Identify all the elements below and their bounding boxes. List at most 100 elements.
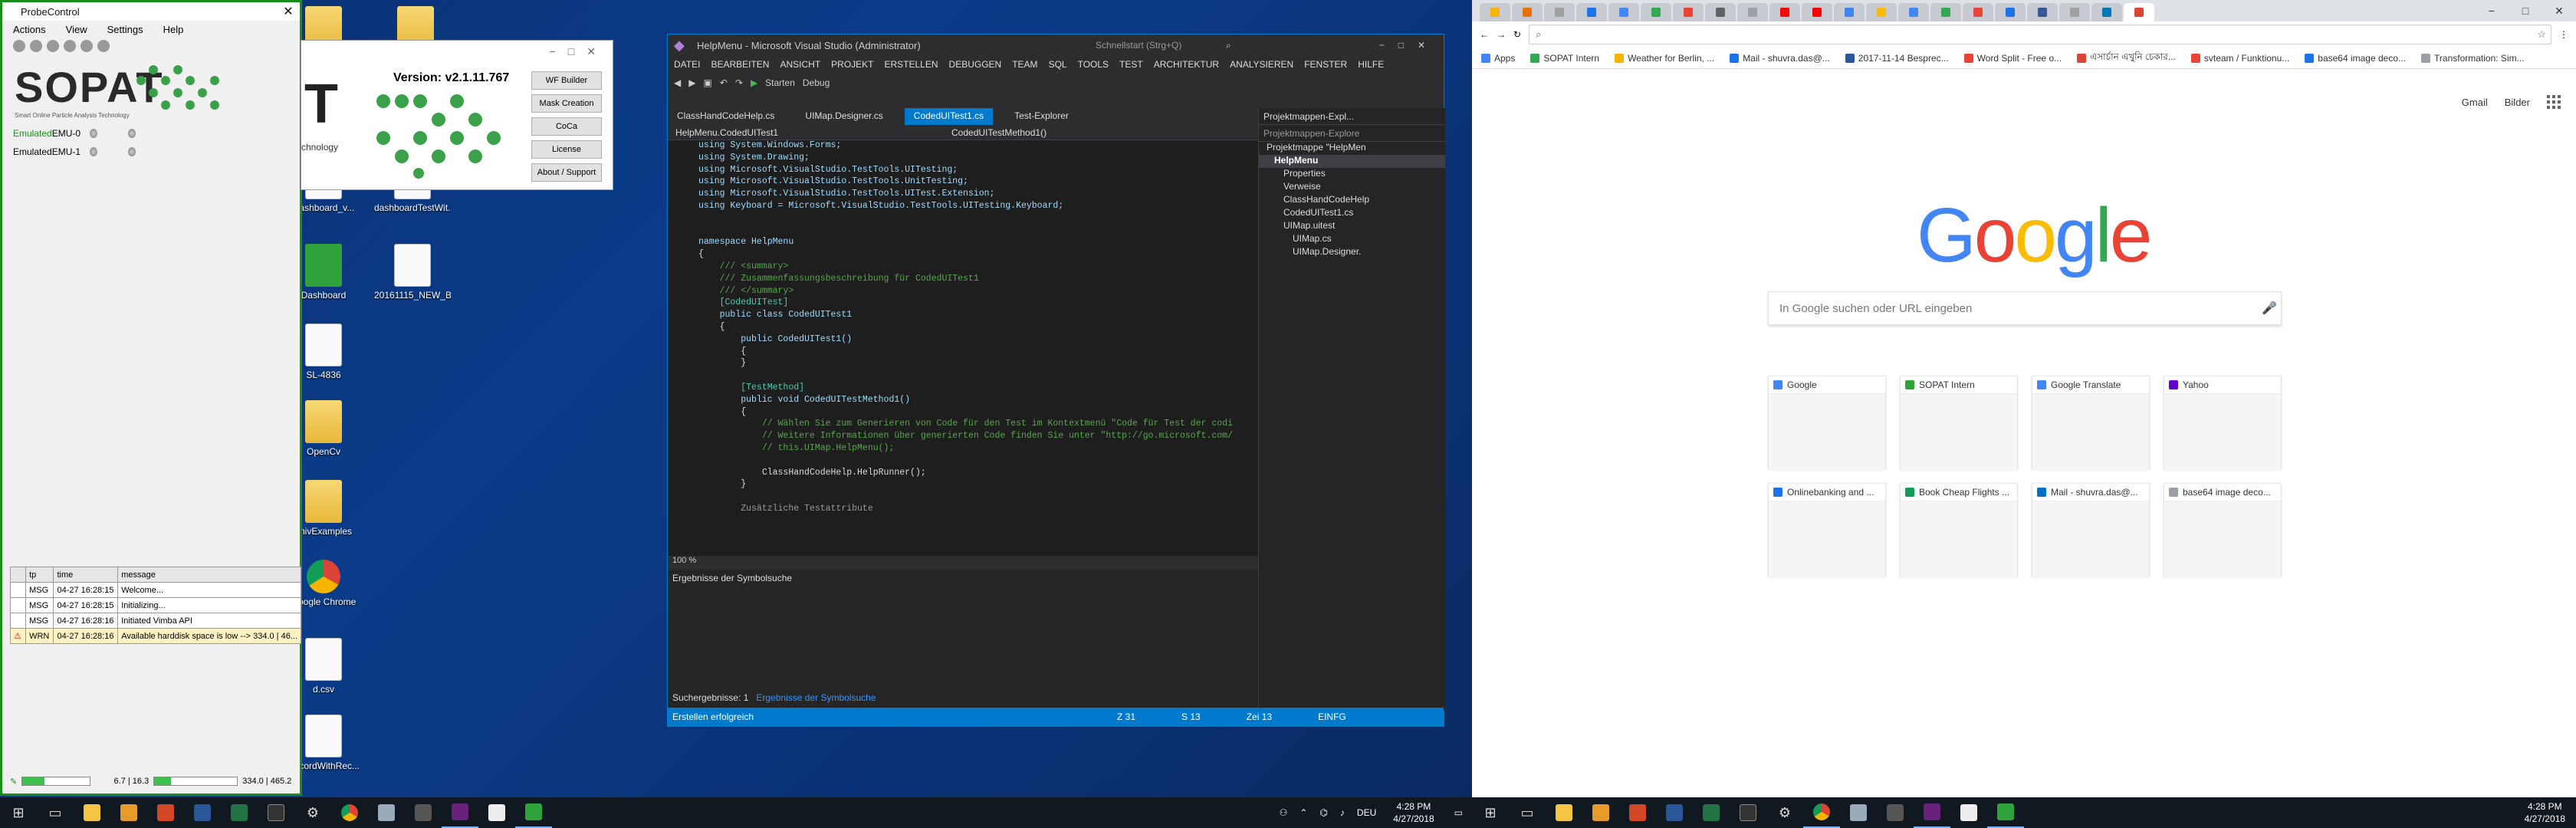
bookmark-item[interactable]: এসার্চান এখুনি চেকার... [2077, 51, 2176, 66]
solution-search-input[interactable]: Projektmappen-Explore [1259, 125, 1445, 142]
excel-icon[interactable] [221, 797, 258, 828]
coca-button[interactable]: CoCa [531, 117, 602, 136]
tree-item[interactable]: Verweise [1259, 181, 1445, 194]
most-visited-tile[interactable]: base64 image deco... [2164, 483, 2282, 577]
menu-debuggen[interactable]: DEBUGGEN [949, 59, 1002, 70]
tree-item[interactable]: Properties [1259, 168, 1445, 181]
browser-tab[interactable] [2124, 3, 2154, 21]
chrome-icon[interactable] [1803, 797, 1840, 828]
play-icon[interactable] [47, 40, 59, 52]
wf-builder-button[interactable]: WF Builder [531, 71, 602, 90]
chrome-icon[interactable] [331, 797, 368, 828]
browser-tab[interactable] [2059, 3, 2090, 21]
window-controls[interactable]: −□✕ [550, 45, 608, 58]
tab-classhandcodehelp[interactable]: ClassHandCodeHelp.cs [668, 108, 784, 125]
member-dropdown[interactable]: CodedUITestMethod1() [944, 125, 1220, 140]
table-row[interactable]: ⚠ WRN 04-27 16:28:16 Available harddisk spa… [9, 628, 301, 644]
bookmark-item[interactable]: base64 image deco... [2305, 53, 2406, 64]
menu-icon[interactable]: ⋮ [2559, 29, 2568, 40]
menu-bearbeiten[interactable]: BEARBEITEN [711, 59, 769, 70]
notification-icon[interactable]: ▭ [1445, 807, 1472, 818]
table-row[interactable]: MSG 04-27 16:28:15 Initializing... [9, 597, 301, 613]
calculator-icon[interactable] [405, 797, 442, 828]
config-select[interactable]: Debug [803, 77, 830, 88]
browser-tab[interactable] [1608, 3, 1639, 21]
window-controls[interactable]: − □ ✕ [2475, 0, 2576, 21]
start-icon[interactable]: ⊞ [0, 797, 37, 828]
bookmark-item[interactable]: Transformation: Sim... [2421, 53, 2525, 64]
vs-titlebar[interactable]: ◆ HelpMenu - Microsoft Visual Studio (Ad… [668, 34, 1444, 56]
outlook-icon[interactable] [1582, 797, 1619, 828]
most-visited-tile[interactable]: Mail - shuvra.das@... [2032, 483, 2150, 577]
tool-icon[interactable] [30, 40, 42, 52]
browser-tab[interactable] [2091, 3, 2122, 21]
menu-help[interactable]: Help [163, 24, 184, 35]
zoom-level[interactable]: 100 % [668, 556, 1258, 570]
menu-tools[interactable]: TOOLS [1078, 59, 1109, 70]
bookmark-item[interactable]: 2017-11-14 Bespreс... [1845, 53, 1949, 64]
about-support-button[interactable]: About / Support [531, 163, 602, 182]
bookmark-item[interactable]: Weather for Berlin, ... [1615, 53, 1714, 64]
probecontrol-titlebar[interactable]: ProbeControl ✕ [2, 2, 300, 21]
tab-uimap-designer[interactable]: UIMap.Designer.cs [796, 108, 892, 125]
back-icon[interactable]: ← [1480, 29, 1489, 40]
tree-item[interactable]: CodedUITest1.cs [1259, 207, 1445, 220]
browser-tab[interactable] [1769, 3, 1800, 21]
start-button[interactable]: Starten [765, 77, 795, 88]
browser-tab[interactable] [1737, 3, 1768, 21]
redo-icon[interactable]: ↷ [735, 77, 743, 88]
clock[interactable]: 4:28 PM 4/27/2018 [2514, 800, 2576, 825]
bookmark-item[interactable]: SOPAT Intern [1530, 53, 1599, 64]
menu-sql[interactable]: SQL [1049, 59, 1067, 70]
gear-icon[interactable]: ⚙ [1766, 797, 1803, 828]
address-bar[interactable]: ⌕ ☆ [1529, 25, 2551, 44]
notepad-icon[interactable] [1950, 797, 1987, 828]
browser-tab[interactable] [1898, 3, 1929, 21]
reload-icon[interactable]: ↻ [1513, 29, 1521, 40]
app-icon[interactable] [1840, 797, 1877, 828]
close-icon[interactable]: ✕ [2542, 5, 2576, 18]
apps-grid-icon[interactable] [2547, 95, 2561, 109]
browser-tab[interactable] [1576, 3, 1607, 21]
device-row[interactable]: Emulated EMU-1 [13, 146, 166, 157]
browser-tab[interactable] [1705, 3, 1736, 21]
minimize-icon[interactable]: − [2475, 5, 2509, 17]
most-visited-tile[interactable]: SOPAT Intern [1900, 376, 2018, 470]
tree-item[interactable]: UIMap.Designer. [1259, 246, 1445, 259]
explorer-icon[interactable] [1546, 797, 1582, 828]
microphone-icon[interactable]: 🎤 [2258, 301, 2281, 316]
browser-tab[interactable] [1641, 3, 1671, 21]
task-view-icon[interactable]: ▭ [37, 797, 74, 828]
powerpoint-icon[interactable] [1619, 797, 1656, 828]
tab-symbol-results[interactable]: Ergebnisse der Symbolsuche [756, 692, 876, 708]
settings-icon[interactable] [97, 40, 110, 52]
menu-fenster[interactable]: FENSTER [1304, 59, 1347, 70]
tree-item[interactable]: ClassHandCodeHelp [1259, 194, 1445, 207]
task-view-icon[interactable]: ▭ [1509, 797, 1546, 828]
browser-tab[interactable] [2027, 3, 2058, 21]
language-indicator[interactable]: DEU [1351, 807, 1382, 818]
browser-tab[interactable] [1930, 3, 1961, 21]
network-icon[interactable]: ⌬ [1313, 807, 1333, 818]
start-icon[interactable]: ⊞ [1472, 797, 1509, 828]
most-visited-tile[interactable]: Yahoo [2164, 376, 2282, 470]
apps-bookmark[interactable]: Apps [1481, 53, 1515, 64]
gmail-link[interactable]: Gmail [2462, 97, 2488, 108]
most-visited-tile[interactable]: Book Cheap Flights ... [1900, 483, 2018, 577]
most-visited-tile[interactable]: Onlinebanking and ... [1768, 483, 1886, 577]
menu-hilfe[interactable]: HILFE [1358, 59, 1384, 70]
visual-studio-icon[interactable] [442, 797, 478, 828]
quick-launch-input[interactable]: Schnellstart (Strg+Q) [1096, 40, 1226, 51]
probecontrol-icon[interactable] [1987, 797, 2024, 828]
word-icon[interactable] [184, 797, 221, 828]
console-icon[interactable] [258, 797, 294, 828]
menu-architektur[interactable]: ARCHITEKTUR [1154, 59, 1219, 70]
table-row[interactable]: MSG 04-27 16:28:16 Initiated Vimba API [9, 613, 301, 629]
menu-projekt[interactable]: PROJEKT [831, 59, 873, 70]
desktop-icon[interactable]: 20161115_NEW_Barr... [374, 244, 451, 301]
menu-view[interactable]: View [66, 24, 87, 35]
forward-icon[interactable]: → [1497, 29, 1506, 40]
bookmark-item[interactable]: Mail - shuvra.das@... [1730, 53, 1830, 64]
search-icon[interactable]: ⌕ [1226, 40, 1231, 51]
most-visited-tile[interactable]: Google [1768, 376, 1886, 470]
